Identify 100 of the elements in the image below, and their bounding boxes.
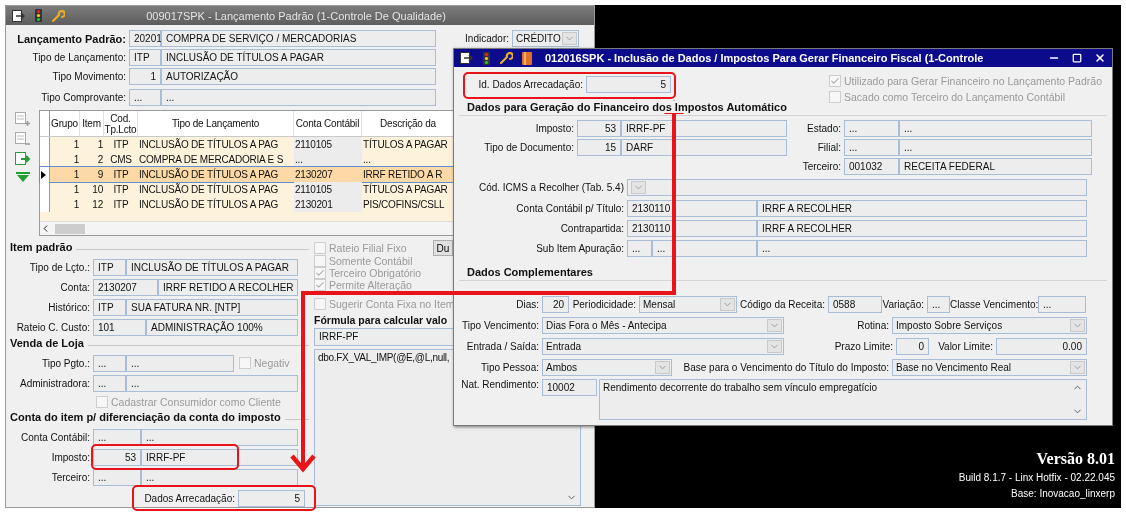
input-field[interactable]: 53 <box>577 120 621 137</box>
input-field[interactable]: 53 <box>93 448 141 466</box>
dropdown[interactable]: CRÉDITO <box>512 30 579 47</box>
add-row-icon[interactable] <box>14 112 31 126</box>
input-field[interactable]: ITP <box>93 298 126 316</box>
dropdown[interactable] <box>627 178 1087 196</box>
table-cell-text: ITP <box>112 183 130 197</box>
input-field[interactable]: DARF <box>621 139 787 156</box>
input-field[interactable]: IRRF-PF <box>141 448 298 466</box>
traffic-light-icon[interactable] <box>34 9 43 22</box>
input-field[interactable]: ... <box>927 295 950 313</box>
column-header[interactable]: Grupo <box>50 111 80 136</box>
input-field[interactable]: ... <box>844 139 899 156</box>
table-row[interactable]: 1 9 ITP INCLUSÃO DE TÍTULOS A PAG 2130207 IRRF RETIDO A R <box>40 167 453 182</box>
input-field[interactable]: ... <box>652 239 757 257</box>
input-field[interactable]: 2130207 <box>93 278 158 296</box>
input-field[interactable]: IRRF A RECOLHER <box>757 199 1087 217</box>
field-label: Variação: <box>882 298 925 310</box>
input-field[interactable]: 0 <box>896 337 929 355</box>
dropdown[interactable]: Entrada <box>542 337 784 355</box>
window-title: 009017SPK - Lançamento Padrão (1-Controle De Qualidade) <box>145 9 447 22</box>
input-field[interactable]: 10002 <box>542 379 597 396</box>
dropdown[interactable]: Dias Fora o Mês - Antecipa <box>542 316 784 334</box>
input-field[interactable]: 15 <box>577 139 621 156</box>
field-label: Conta Contábil p/ Título: <box>515 202 625 214</box>
input-field[interactable]: 2130110 <box>627 199 757 217</box>
down-triangle-icon[interactable] <box>14 172 31 182</box>
dropdown[interactable]: Imposto Sobre Serviços <box>892 316 1087 334</box>
input-field[interactable]: 0588 <box>828 295 882 313</box>
close-icon[interactable] <box>1094 52 1106 64</box>
field-label: Tipo de Lçto.: <box>28 261 91 273</box>
input-field[interactable]: 20201 <box>129 30 161 47</box>
field-label: Tipo Pgto.: <box>41 357 91 369</box>
input-field[interactable]: COMPRA DE SERVIÇO / MERCADORIAS <box>161 30 436 47</box>
input-field[interactable]: 101 <box>93 318 146 336</box>
table-cell-text: INCLUSÃO DE TÍTULOS A PAG <box>138 182 280 197</box>
traffic-light-icon[interactable] <box>482 51 491 65</box>
field-label: Imposto: <box>534 123 575 134</box>
remove-row-icon[interactable] <box>14 132 31 146</box>
input-field[interactable]: ITP <box>93 258 126 276</box>
input-field[interactable]: ... <box>141 468 298 486</box>
exit-icon[interactable] <box>460 52 473 64</box>
input-field[interactable]: 5 <box>238 489 305 507</box>
input-field[interactable]: ... <box>844 120 899 137</box>
row-pointer-icon <box>40 170 46 179</box>
table-cell-text: 9 <box>96 168 104 182</box>
dropdown[interactable]: Base no Vencimento Real <box>892 358 1087 376</box>
input-field[interactable]: ITP <box>129 49 161 66</box>
input-field[interactable]: 2130110 <box>627 219 757 237</box>
input-field[interactable]: ... <box>141 428 298 446</box>
input-field[interactable]: IRRF-PF <box>621 120 787 137</box>
column-header[interactable]: Conta Contábil <box>294 111 362 136</box>
input-field[interactable]: 001032 <box>844 158 899 175</box>
input-field[interactable]: INCLUSÃO DE TÍTULOS A PAGAR <box>126 258 298 276</box>
input-field[interactable]: SUA FATURA NR. [NTP] <box>126 298 298 316</box>
input-field[interactable]: ... <box>899 120 1092 137</box>
input-field[interactable]: AUTORIZAÇÃO <box>161 68 436 85</box>
input-field[interactable]: ... <box>93 374 126 392</box>
table-row[interactable]: 1 12 ITP INCLUSÃO DE TÍTULOS A PAG 2130201 PIS/COFINS/CSLL <box>40 197 453 212</box>
section-title: Conta do item p/ diferenciação da conta do imposto <box>10 411 281 423</box>
input-field[interactable]: 1 <box>129 68 161 85</box>
exit-icon[interactable] <box>12 9 25 22</box>
field-label: Tipo Comprovante: <box>40 91 127 103</box>
input-field[interactable]: ... <box>126 374 298 392</box>
wrench-icon[interactable] <box>500 52 513 64</box>
column-header[interactable]: Item <box>80 111 104 136</box>
table-row[interactable]: 1 1 ITP INCLUSÃO DE TÍTULOS A PAG 2110105 TÍTULOS A PAGAR <box>40 137 453 152</box>
input-field[interactable]: ... <box>627 239 652 257</box>
input-field[interactable]: 0.00 <box>996 337 1087 355</box>
maximize-icon[interactable] <box>1072 53 1082 63</box>
input-field[interactable]: 20 <box>542 295 569 313</box>
text-area[interactable]: Rendimento decorrente do trabalho sem vínculo empregatício <box>599 379 1087 420</box>
field-label: Nat. Rendimento: <box>460 379 540 390</box>
input-field[interactable]: ... <box>129 88 161 106</box>
table-row[interactable]: 1 2 CMS COMPRA DE MERCADORIA E S ... ... <box>40 152 453 167</box>
dropdown[interactable]: Ambos <box>542 358 672 376</box>
table-cell-text: 10 <box>91 183 104 197</box>
field-label: Sub Item Apuração: <box>535 242 625 254</box>
input-field[interactable]: ... <box>899 139 1092 156</box>
wrench-icon[interactable] <box>52 9 65 22</box>
input-field[interactable]: ... <box>1038 295 1086 313</box>
input-field[interactable]: ... <box>93 354 126 372</box>
input-field[interactable]: ... <box>757 239 1087 257</box>
input-field[interactable]: ... <box>161 88 436 106</box>
input-field[interactable]: IRRF RETIDO A RECOLHER <box>158 278 298 296</box>
side-button[interactable]: Du <box>433 240 453 256</box>
input-field[interactable]: ADMINISTRAÇÃO 100% <box>146 318 298 336</box>
book-icon[interactable] <box>522 51 532 65</box>
input-field[interactable]: INCLUSÃO DE TÍTULOS A PAGAR <box>161 49 436 66</box>
export-icon[interactable] <box>14 152 31 166</box>
input-field[interactable]: RECEITA FEDERAL <box>899 158 1092 175</box>
dropdown[interactable]: Mensal <box>639 295 737 313</box>
checkbox-label: Negativ <box>254 357 290 369</box>
input-field[interactable]: ... <box>126 354 234 372</box>
table-row[interactable]: 1 10 ITP INCLUSÃO DE TÍTULOS A PAG 2110105 TÍTULOS A PAGAR <box>40 182 453 197</box>
input-field[interactable]: IRRF A RECOLHER <box>757 219 1087 237</box>
column-header[interactable]: Cod. Tp.Lcto <box>104 111 138 136</box>
table-cell-text: 2 <box>96 153 104 167</box>
scrollbar-thumb[interactable] <box>55 223 85 234</box>
column-header[interactable]: Tipo de Lançamento <box>138 111 294 136</box>
